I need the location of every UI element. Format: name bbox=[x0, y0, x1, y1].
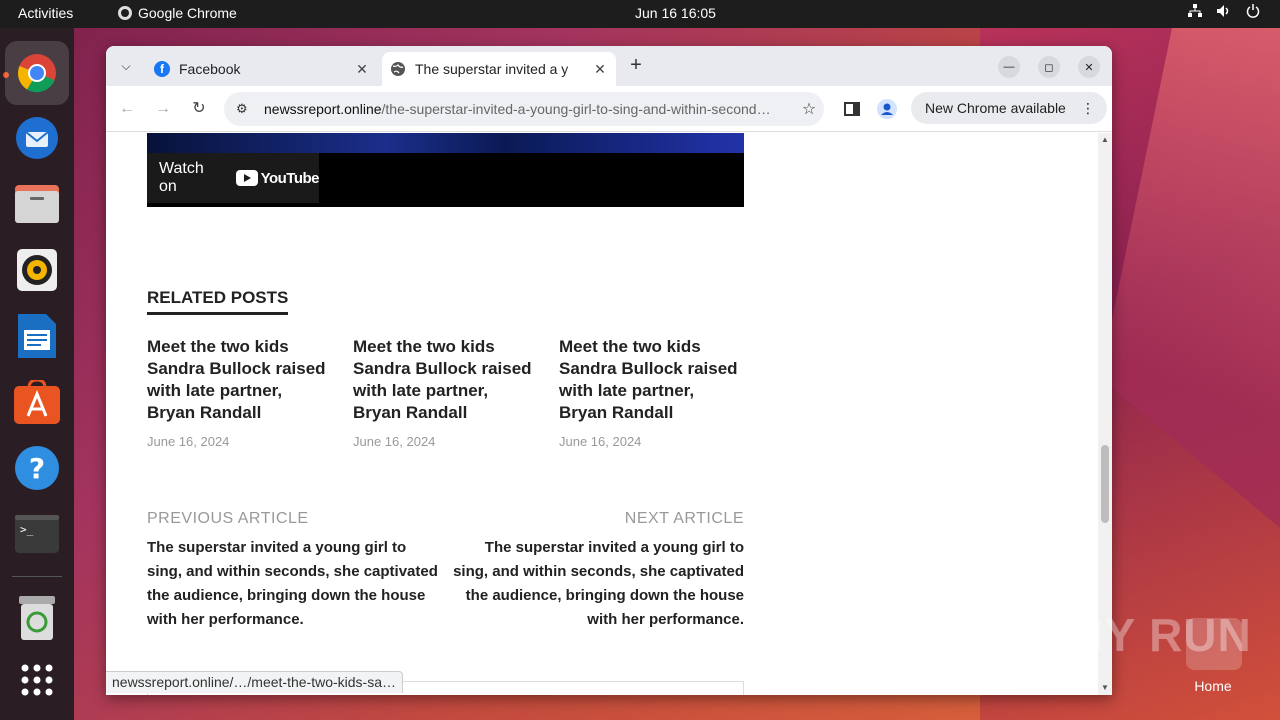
related-post-date: June 16, 2024 bbox=[559, 434, 642, 449]
related-post-title[interactable]: Meet the two kids Sandra Bullock raised … bbox=[559, 336, 745, 424]
dock-app-grid[interactable] bbox=[13, 656, 61, 704]
scroll-up-arrow[interactable]: ▲ bbox=[1098, 133, 1112, 147]
previous-article-link[interactable]: PREVIOUS ARTICLE The superstar invited a… bbox=[147, 510, 442, 632]
thunderbird-icon bbox=[16, 117, 58, 159]
close-tab-button[interactable]: ✕ bbox=[352, 61, 372, 78]
profile-icon[interactable] bbox=[876, 98, 898, 120]
related-post-date: June 16, 2024 bbox=[147, 434, 230, 449]
dock-app-center[interactable] bbox=[13, 378, 61, 426]
clock[interactable]: Jun 16 16:05 bbox=[635, 5, 716, 21]
dock-trash[interactable] bbox=[13, 594, 61, 642]
related-post[interactable]: Meet the two kids Sandra Bullock raised … bbox=[353, 336, 539, 449]
watch-on-youtube-button[interactable]: Watch on YouTube bbox=[147, 153, 320, 203]
dock-separator bbox=[12, 576, 62, 577]
files-icon bbox=[15, 185, 59, 223]
site-info-icon[interactable]: ⚙ bbox=[236, 101, 254, 117]
scroll-down-arrow[interactable]: ▼ bbox=[1098, 681, 1112, 695]
previous-article-title[interactable]: The superstar invited a young girl to si… bbox=[147, 536, 442, 632]
trash-icon bbox=[19, 596, 55, 640]
tab-active-article[interactable]: The superstar invited a y ✕ bbox=[382, 52, 616, 86]
minimize-button[interactable]: — bbox=[998, 56, 1020, 78]
app-name: Google Chrome bbox=[138, 5, 237, 21]
youtube-embed[interactable]: Watch on YouTube bbox=[147, 133, 744, 207]
related-post-date: June 16, 2024 bbox=[353, 434, 436, 449]
tab-strip: ⌵ f Facebook ✕ The superstar invited a y… bbox=[106, 46, 1112, 86]
back-button[interactable]: ← bbox=[116, 98, 138, 120]
dock-files[interactable] bbox=[13, 180, 61, 228]
address-bar[interactable]: ⚙ newssreport.online/the-superstar-invit… bbox=[224, 92, 824, 126]
terminal-icon: >_ bbox=[15, 515, 59, 553]
chrome-icon bbox=[118, 6, 132, 20]
svg-text:>_: >_ bbox=[20, 523, 34, 536]
dock-thunderbird[interactable] bbox=[13, 114, 61, 162]
tab-facebook[interactable]: f Facebook ✕ bbox=[146, 52, 378, 86]
network-icon bbox=[1188, 4, 1202, 21]
facebook-icon: f bbox=[154, 61, 170, 77]
update-chrome-button[interactable]: New Chrome available ⋮ bbox=[911, 92, 1107, 124]
related-post[interactable]: Meet the two kids Sandra Bullock raised … bbox=[147, 336, 333, 449]
page-content: Watch on YouTube RELATED POSTS Meet the … bbox=[106, 133, 1112, 695]
dock-terminal[interactable]: >_ bbox=[13, 510, 61, 558]
app-center-icon bbox=[14, 380, 60, 424]
chrome-window: ⌵ f Facebook ✕ The superstar invited a y… bbox=[106, 46, 1112, 695]
home-folder-icon[interactable] bbox=[1186, 618, 1242, 670]
tab-search-button[interactable]: ⌵ bbox=[114, 54, 138, 78]
watch-on-label: Watch on bbox=[159, 160, 204, 195]
scrollbar-thumb[interactable] bbox=[1101, 445, 1109, 523]
svg-text:?: ? bbox=[29, 452, 45, 485]
help-icon: ? bbox=[15, 446, 59, 490]
related-post-title[interactable]: Meet the two kids Sandra Bullock raised … bbox=[353, 336, 539, 424]
reload-button[interactable]: ↻ bbox=[188, 98, 210, 120]
forward-button[interactable]: → bbox=[152, 98, 174, 120]
tab-title: The superstar invited a y bbox=[415, 61, 569, 77]
related-post-title[interactable]: Meet the two kids Sandra Bullock raised … bbox=[147, 336, 333, 424]
next-article-label: NEXT ARTICLE bbox=[624, 510, 744, 527]
next-article-link[interactable]: NEXT ARTICLE The superstar invited a you… bbox=[452, 510, 744, 632]
menu-dots-icon: ⋮ bbox=[1081, 99, 1095, 116]
dock-chrome[interactable] bbox=[5, 41, 69, 105]
globe-icon bbox=[390, 61, 406, 77]
related-posts-heading: RELATED POSTS bbox=[147, 288, 289, 315]
chevron-down-icon: ⌵ bbox=[121, 58, 131, 73]
related-post[interactable]: Meet the two kids Sandra Bullock raised … bbox=[559, 336, 745, 449]
dock-writer[interactable] bbox=[13, 312, 61, 360]
new-tab-button[interactable]: + bbox=[624, 54, 648, 78]
tab-title: Facebook bbox=[179, 61, 241, 77]
update-label: New Chrome available bbox=[925, 100, 1066, 116]
chrome-icon bbox=[18, 54, 56, 93]
link-status-bar: newssreport.online/…/meet-the-two-kids-s… bbox=[106, 671, 403, 693]
url-path: /the-superstar-invited-a-young-girl-to-s… bbox=[381, 101, 771, 117]
close-window-button[interactable]: ✕ bbox=[1078, 56, 1100, 78]
url-text: newssreport.online/the-superstar-invited… bbox=[264, 101, 794, 117]
writer-icon bbox=[18, 314, 56, 358]
maximize-button[interactable]: ◻ bbox=[1038, 56, 1060, 78]
top-bar: Activities Google Chrome Jun 16 16:05 bbox=[0, 0, 1280, 28]
youtube-play-icon bbox=[235, 170, 258, 186]
youtube-logo: YouTube bbox=[235, 169, 320, 187]
dock: ? >_ bbox=[0, 28, 74, 720]
activities-button[interactable]: Activities bbox=[18, 5, 73, 21]
youtube-wordmark: YouTube bbox=[260, 169, 320, 187]
close-tab-button[interactable]: ✕ bbox=[590, 61, 610, 78]
system-tray[interactable] bbox=[1188, 4, 1260, 21]
side-panel-icon[interactable] bbox=[841, 98, 863, 120]
rhythmbox-icon bbox=[17, 249, 57, 291]
app-grid-icon bbox=[21, 664, 53, 696]
url-domain: newssreport.online bbox=[264, 101, 382, 117]
bookmark-star-icon[interactable]: ☆ bbox=[794, 99, 824, 119]
video-frame bbox=[147, 133, 744, 153]
home-folder-label[interactable]: Home bbox=[1190, 678, 1236, 694]
next-article-title[interactable]: The superstar invited a young girl to si… bbox=[452, 536, 744, 632]
volume-icon bbox=[1216, 4, 1232, 21]
browser-toolbar: ← → ↻ ⚙ newssreport.online/the-superstar… bbox=[106, 86, 1112, 132]
dock-rhythmbox[interactable] bbox=[13, 246, 61, 294]
app-menu[interactable]: Google Chrome bbox=[118, 5, 237, 21]
dock-help[interactable]: ? bbox=[13, 444, 61, 492]
previous-article-label: PREVIOUS ARTICLE bbox=[147, 510, 309, 527]
power-icon bbox=[1246, 4, 1260, 21]
